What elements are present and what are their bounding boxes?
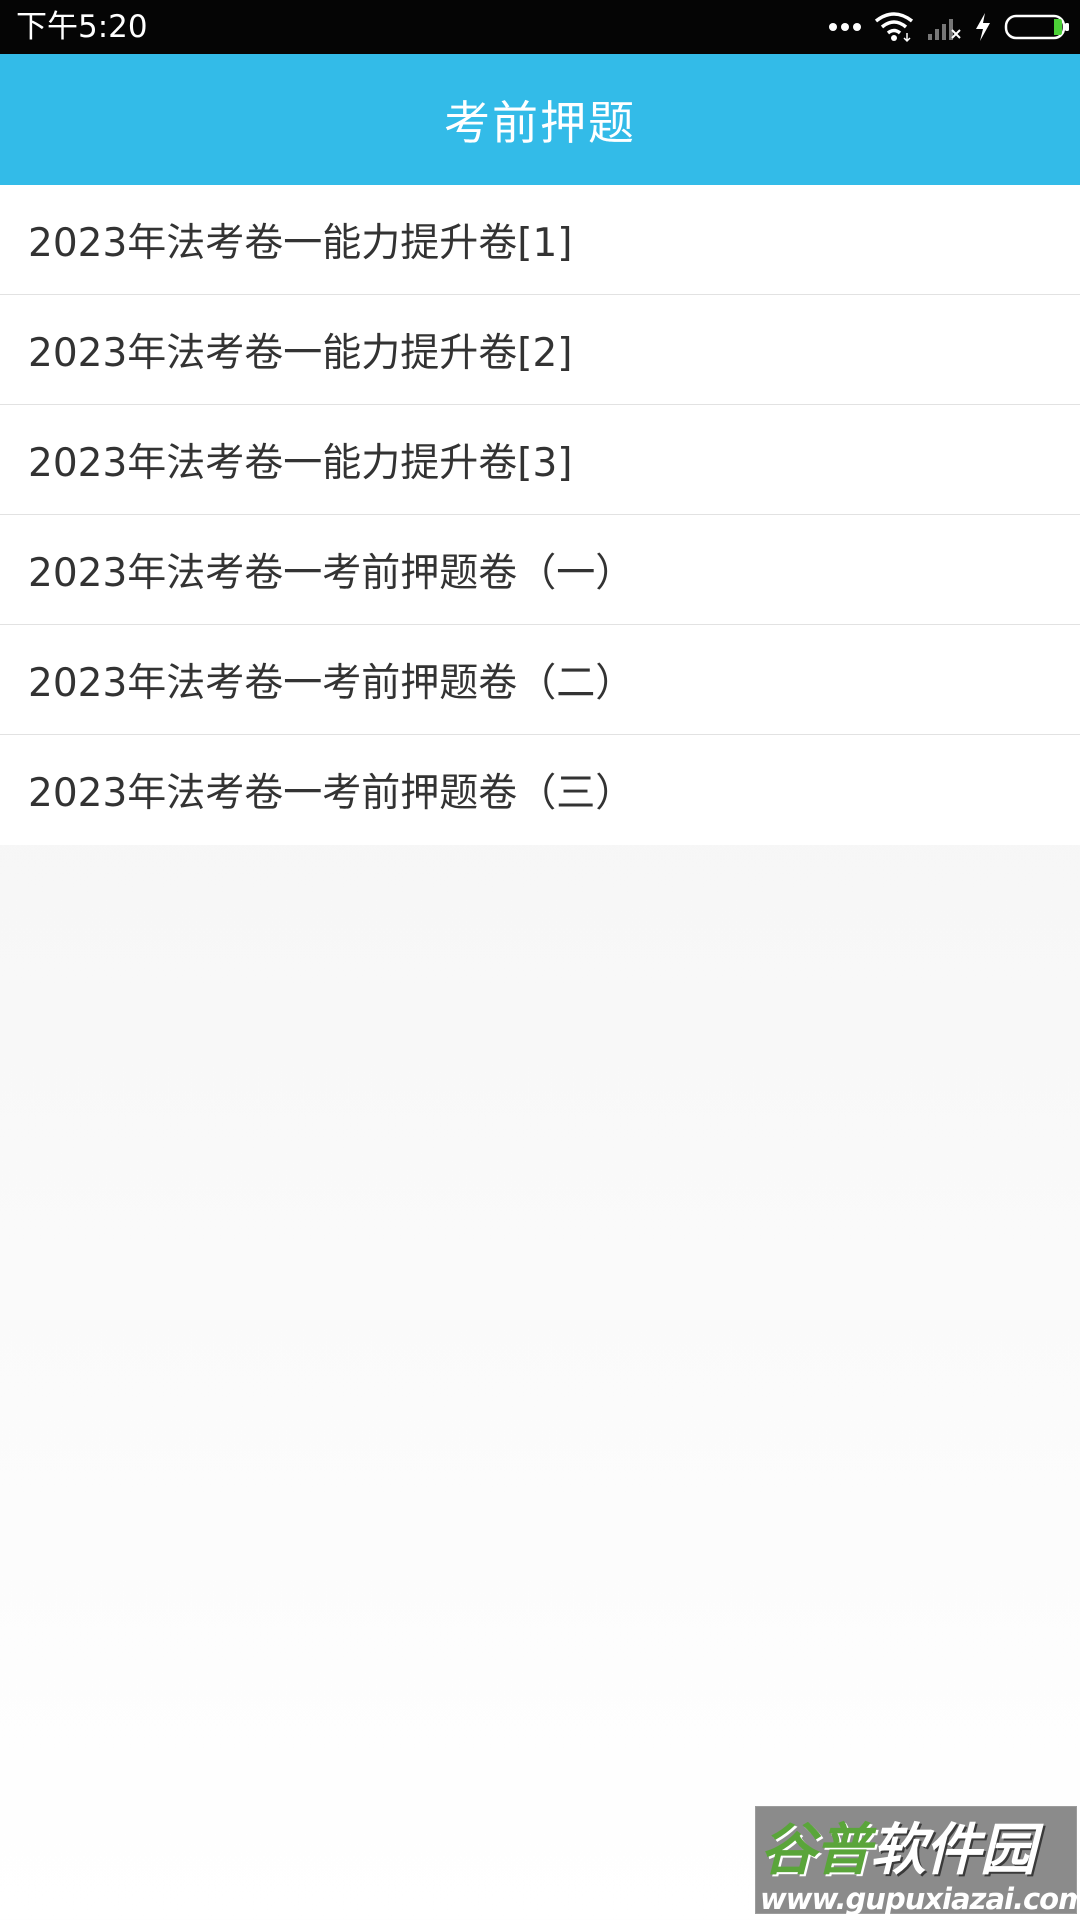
list-item-label: 2023年法考卷一考前押题卷（三） xyxy=(28,771,635,816)
app-header: 考前押题 xyxy=(0,54,1080,185)
cellular-no-signal-icon xyxy=(926,12,962,42)
list-item-paper[interactable]: 2023年法考卷一考前押题卷（一） xyxy=(0,515,1080,625)
status-time: 下午5:20 xyxy=(16,9,148,45)
status-icons xyxy=(816,0,1070,54)
site-watermark: 谷普软件园 www.gupuxiazai.com xyxy=(755,1806,1080,1916)
list-item-label: 2023年法考卷一考前押题卷（一） xyxy=(28,550,635,596)
watermark-url: www.gupuxiazai.com xyxy=(760,1882,1080,1916)
list-item-label: 2023年法考卷一能力提升卷[3] xyxy=(28,440,573,486)
list-item-label: 2023年法考卷一考前押题卷（二） xyxy=(28,660,635,706)
status-bar: 下午5:20 xyxy=(0,0,1080,54)
list-item-label: 2023年法考卷一能力提升卷[2] xyxy=(28,330,573,376)
charging-icon xyxy=(974,12,992,42)
list-item-paper[interactable]: 2023年法考卷一考前押题卷（三） xyxy=(0,735,1080,845)
watermark-logo-green: 谷普 xyxy=(760,1818,871,1883)
watermark-logo: 谷普软件园 xyxy=(760,1818,1036,1883)
paper-list: 2023年法考卷一能力提升卷[1] 2023年法考卷一能力提升卷[2] 2023… xyxy=(0,185,1080,845)
list-item-paper[interactable]: 2023年法考卷一能力提升卷[3] xyxy=(0,405,1080,515)
more-dots-icon xyxy=(828,22,862,32)
list-item-paper[interactable]: 2023年法考卷一考前押题卷（二） xyxy=(0,625,1080,735)
list-item-paper[interactable]: 2023年法考卷一能力提升卷[1] xyxy=(0,185,1080,295)
battery-icon xyxy=(1004,13,1070,41)
list-item-paper[interactable]: 2023年法考卷一能力提升卷[2] xyxy=(0,295,1080,405)
list-item-label: 2023年法考卷一能力提升卷[1] xyxy=(28,220,573,266)
wifi-icon xyxy=(874,11,914,43)
page-title: 考前押题 xyxy=(444,95,636,150)
watermark-logo-white: 软件园 xyxy=(870,1818,1036,1883)
